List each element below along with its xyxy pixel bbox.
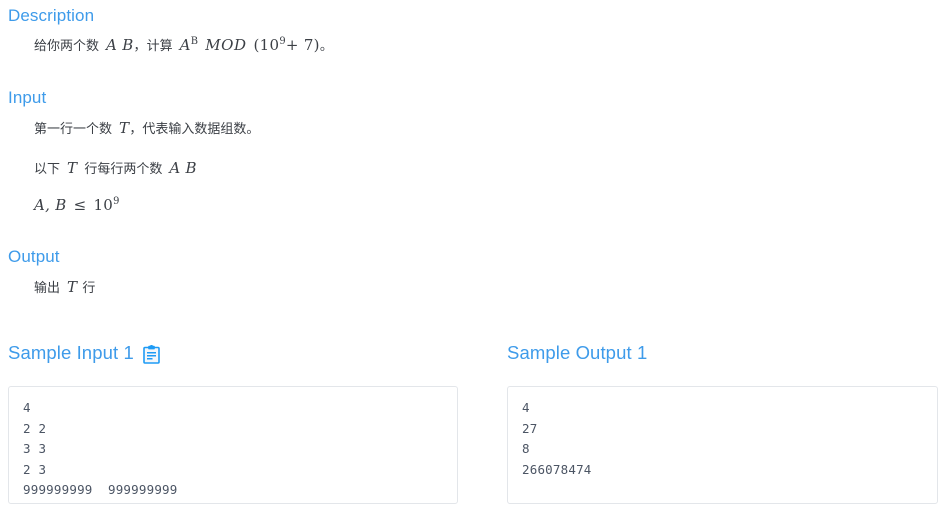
input-line1-pre: 第一行一个数 — [34, 122, 113, 137]
description-math-ab: A B — [106, 36, 134, 54]
problem-statement-page: Description 给你两个数 A B ， 计算 AB MOD (109+ 7)… — [0, 0, 946, 513]
input-line-3: A, B ≤109 — [8, 196, 120, 214]
math-mod-exponent: 9 — [279, 36, 286, 47]
description-period: 。 — [319, 39, 333, 54]
constraint-relation: ≤ — [73, 196, 87, 214]
sample-output-box: 4 27 8 266078474 — [507, 386, 938, 504]
description-heading: Description — [8, 6, 95, 25]
sample-input-content: 4 2 2 3 3 2 3 999999999 999999999 — [23, 400, 178, 497]
sample-output-heading-row: Sample Output 1 — [507, 342, 647, 364]
math-mod-rest: + 7) — [285, 36, 320, 54]
input-line2-mid: 行每行两个数 — [84, 162, 163, 177]
math-mod-operator: MOD — [205, 36, 247, 54]
input-line2-pre: 以下 — [34, 162, 61, 177]
sample-output-heading: Sample Output 1 — [507, 342, 648, 363]
output-line1-post: 行 — [82, 281, 96, 296]
sample-output-content: 4 27 8 266078474 — [522, 400, 592, 477]
input-line3-constraint: A, B ≤109 — [34, 196, 120, 214]
output-heading: Output — [8, 247, 60, 266]
description-lead-text: 给你两个数 — [34, 39, 100, 54]
output-line1-pre: 输出 — [34, 281, 61, 296]
output-line1-variable: T — [67, 278, 78, 296]
input-line2-variable: T — [67, 159, 78, 177]
input-line-1: 第一行一个数 T ，代表输入数据组数。 — [8, 119, 259, 139]
math-exponent: B — [190, 36, 199, 47]
clipboard-copy-icon[interactable] — [143, 344, 160, 364]
description-calc-text: 计算 — [146, 39, 173, 54]
sample-input-box: 4 2 2 3 3 2 3 999999999 999999999 — [8, 386, 458, 504]
description-math-expression: AB MOD (109+ 7) — [180, 36, 320, 54]
math-base: A — [179, 36, 191, 54]
description-comma: ， — [133, 39, 147, 54]
input-heading: Input — [8, 88, 47, 107]
input-line1-post: ，代表输入数据组数。 — [129, 122, 260, 137]
sample-input-heading: Sample Input 1 — [8, 342, 134, 363]
constraint-exponent: 9 — [113, 196, 120, 207]
sample-input-heading-row: Sample Input 1 — [8, 342, 160, 364]
input-line1-variable: T — [119, 119, 130, 137]
math-mod-open: (10 — [253, 36, 280, 54]
constraint-number: 10 — [93, 196, 114, 214]
input-line-2: 以下 T 行每行两个数 A B — [8, 159, 197, 179]
description-body: 给你两个数 A B ， 计算 AB MOD (109+ 7) 。 — [8, 36, 333, 56]
output-line-1: 输出 T 行 — [8, 278, 95, 298]
constraint-vars: A, B — [34, 196, 67, 214]
input-line2-variables: A B — [169, 159, 197, 177]
